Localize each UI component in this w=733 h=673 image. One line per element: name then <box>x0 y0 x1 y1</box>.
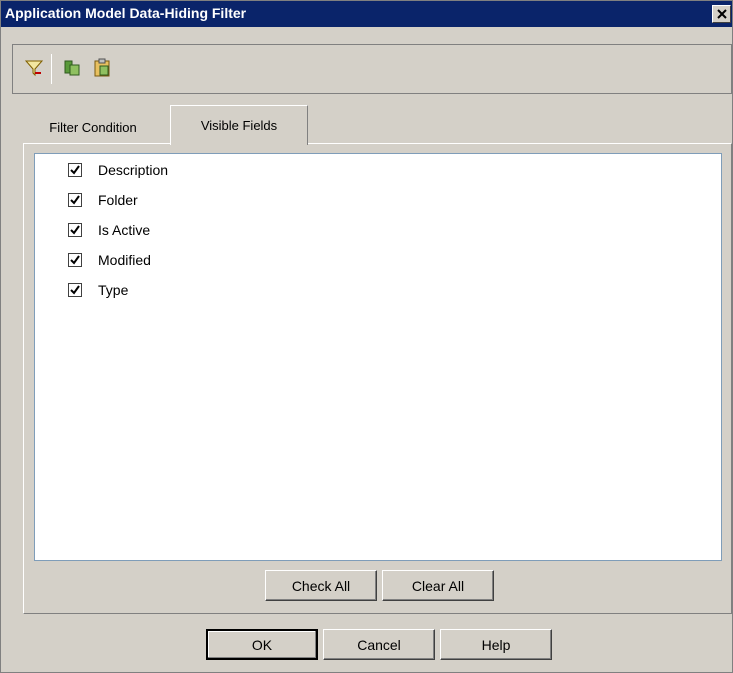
list-item[interactable]: Description <box>68 160 168 180</box>
paste-icon <box>94 58 110 77</box>
checkbox[interactable] <box>68 283 82 297</box>
field-label: Folder <box>98 192 138 208</box>
window-title: Application Model Data-Hiding Filter <box>5 5 247 21</box>
check-all-button[interactable]: Check All <box>265 570 377 601</box>
filter-button[interactable] <box>23 57 45 79</box>
check-icon <box>70 255 80 265</box>
close-button[interactable] <box>712 5 731 23</box>
tab-filter-condition[interactable]: Filter Condition <box>25 113 161 141</box>
title-bar: Application Model Data-Hiding Filter <box>1 1 732 27</box>
cancel-button[interactable]: Cancel <box>323 629 435 660</box>
visible-fields-list: Description Folder Is Active Modified Ty… <box>34 153 722 561</box>
toolbar <box>12 44 732 94</box>
check-icon <box>70 225 80 235</box>
check-icon <box>70 195 80 205</box>
list-item[interactable]: Is Active <box>68 220 150 240</box>
filter-icon <box>24 60 44 77</box>
check-icon <box>70 285 80 295</box>
checkbox[interactable] <box>68 163 82 177</box>
clear-all-button[interactable]: Clear All <box>382 570 494 601</box>
paste-button[interactable] <box>91 57 113 79</box>
checkbox[interactable] <box>68 223 82 237</box>
checkbox[interactable] <box>68 253 82 267</box>
help-button[interactable]: Help <box>440 629 552 660</box>
checkbox[interactable] <box>68 193 82 207</box>
list-item[interactable]: Type <box>68 280 128 300</box>
field-label: Is Active <box>98 222 151 238</box>
list-item[interactable]: Folder <box>68 190 138 210</box>
dialog-window: Application Model Data-Hiding Filter Fil… <box>0 0 733 673</box>
list-item[interactable]: Modified <box>68 250 151 270</box>
copy-button[interactable] <box>61 57 83 79</box>
field-label: Type <box>98 282 129 298</box>
check-icon <box>70 165 80 175</box>
close-icon <box>716 9 727 19</box>
tab-visible-fields[interactable]: Visible Fields <box>170 105 308 145</box>
field-label: Modified <box>98 252 151 268</box>
toolbar-separator <box>51 54 52 84</box>
ok-button[interactable]: OK <box>206 629 318 660</box>
field-label: Description <box>98 162 169 178</box>
copy-icon <box>64 60 80 76</box>
